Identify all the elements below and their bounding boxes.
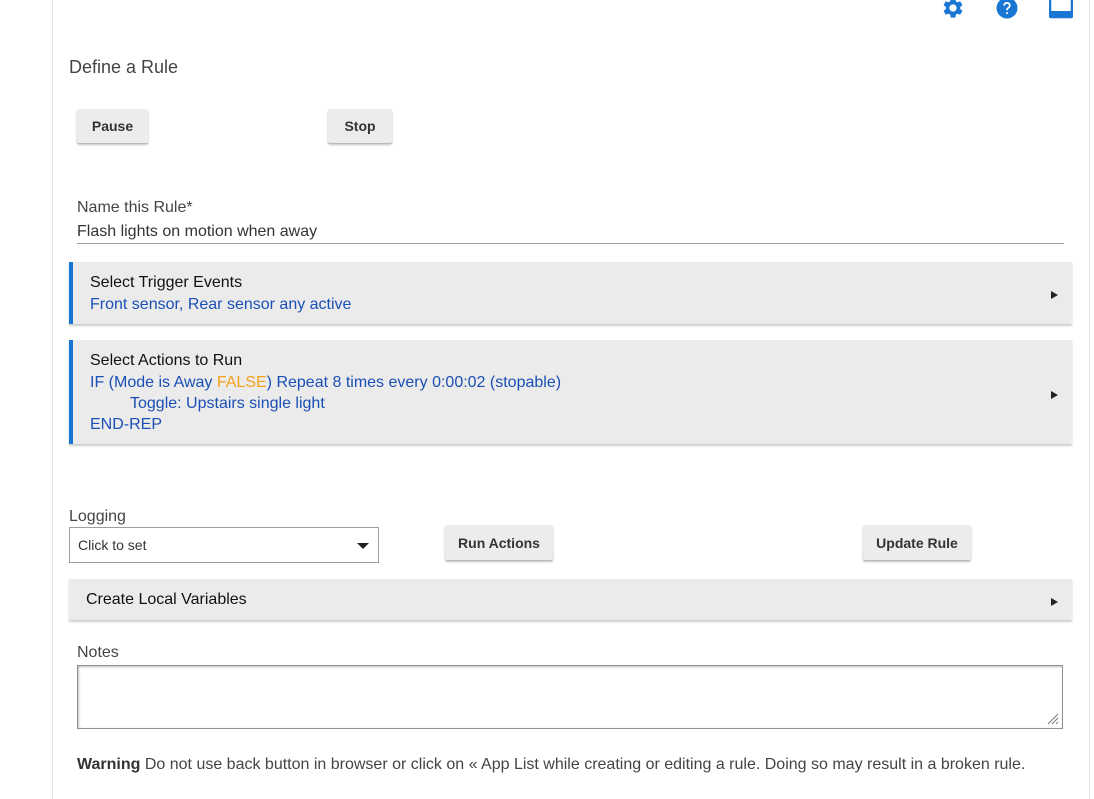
actions-panel[interactable]: Select Actions to Run IF (Mode is Away F… bbox=[69, 340, 1072, 444]
expand-arrow-icon bbox=[1051, 598, 1058, 606]
logging-select[interactable]: Click to set bbox=[69, 527, 379, 563]
expand-arrow-icon bbox=[1051, 391, 1058, 399]
local-variables-title: Create Local Variables bbox=[86, 591, 247, 608]
actions-condition-prefix: IF (Mode is Away bbox=[90, 374, 217, 391]
top-toolbar bbox=[0, 0, 1094, 24]
trigger-events-panel[interactable]: Select Trigger Events Front sensor, Rear… bbox=[69, 262, 1072, 324]
logging-selected-value: Click to set bbox=[78, 537, 147, 553]
pause-button[interactable]: Pause bbox=[77, 109, 148, 143]
warning-text: Do not use back button in browser or cli… bbox=[140, 756, 1026, 773]
window-icon[interactable] bbox=[1048, 0, 1074, 20]
actions-line-toggle: Toggle: Upstairs single light bbox=[130, 395, 325, 412]
stop-button[interactable]: Stop bbox=[328, 109, 392, 143]
warning-message: Warning Do not use back button in browse… bbox=[77, 756, 1025, 774]
actions-line-end-rep: END-REP bbox=[90, 416, 163, 433]
expand-arrow-icon bbox=[1051, 291, 1058, 299]
help-circle-icon[interactable] bbox=[995, 0, 1019, 20]
condition-state-false: FALSE bbox=[216, 374, 267, 391]
actions-title: Select Actions to Run bbox=[90, 352, 243, 369]
rule-name-input[interactable] bbox=[77, 221, 1064, 244]
page-title: Define a Rule bbox=[69, 57, 179, 77]
gear-icon[interactable] bbox=[941, 0, 965, 20]
notes-textarea[interactable] bbox=[77, 665, 1063, 729]
rule-name-label: Name this Rule* bbox=[77, 199, 193, 216]
logging-label: Logging bbox=[69, 508, 126, 525]
actions-line-if: IF (Mode is Away FALSE) Repeat 8 times e… bbox=[90, 374, 561, 392]
resize-grip-icon[interactable] bbox=[1046, 712, 1059, 725]
warning-label: Warning bbox=[77, 756, 141, 773]
update-rule-button[interactable]: Update Rule bbox=[863, 525, 971, 560]
notes-label: Notes bbox=[77, 644, 119, 661]
trigger-events-summary: Front sensor, Rear sensor any active bbox=[90, 296, 352, 313]
actions-condition-suffix: ) Repeat 8 times every 0:00:02 (stopable… bbox=[266, 374, 562, 391]
chevron-down-icon bbox=[357, 543, 369, 549]
trigger-events-title: Select Trigger Events bbox=[90, 274, 243, 291]
run-actions-button[interactable]: Run Actions bbox=[445, 525, 553, 560]
local-variables-panel[interactable]: Create Local Variables bbox=[69, 579, 1072, 620]
